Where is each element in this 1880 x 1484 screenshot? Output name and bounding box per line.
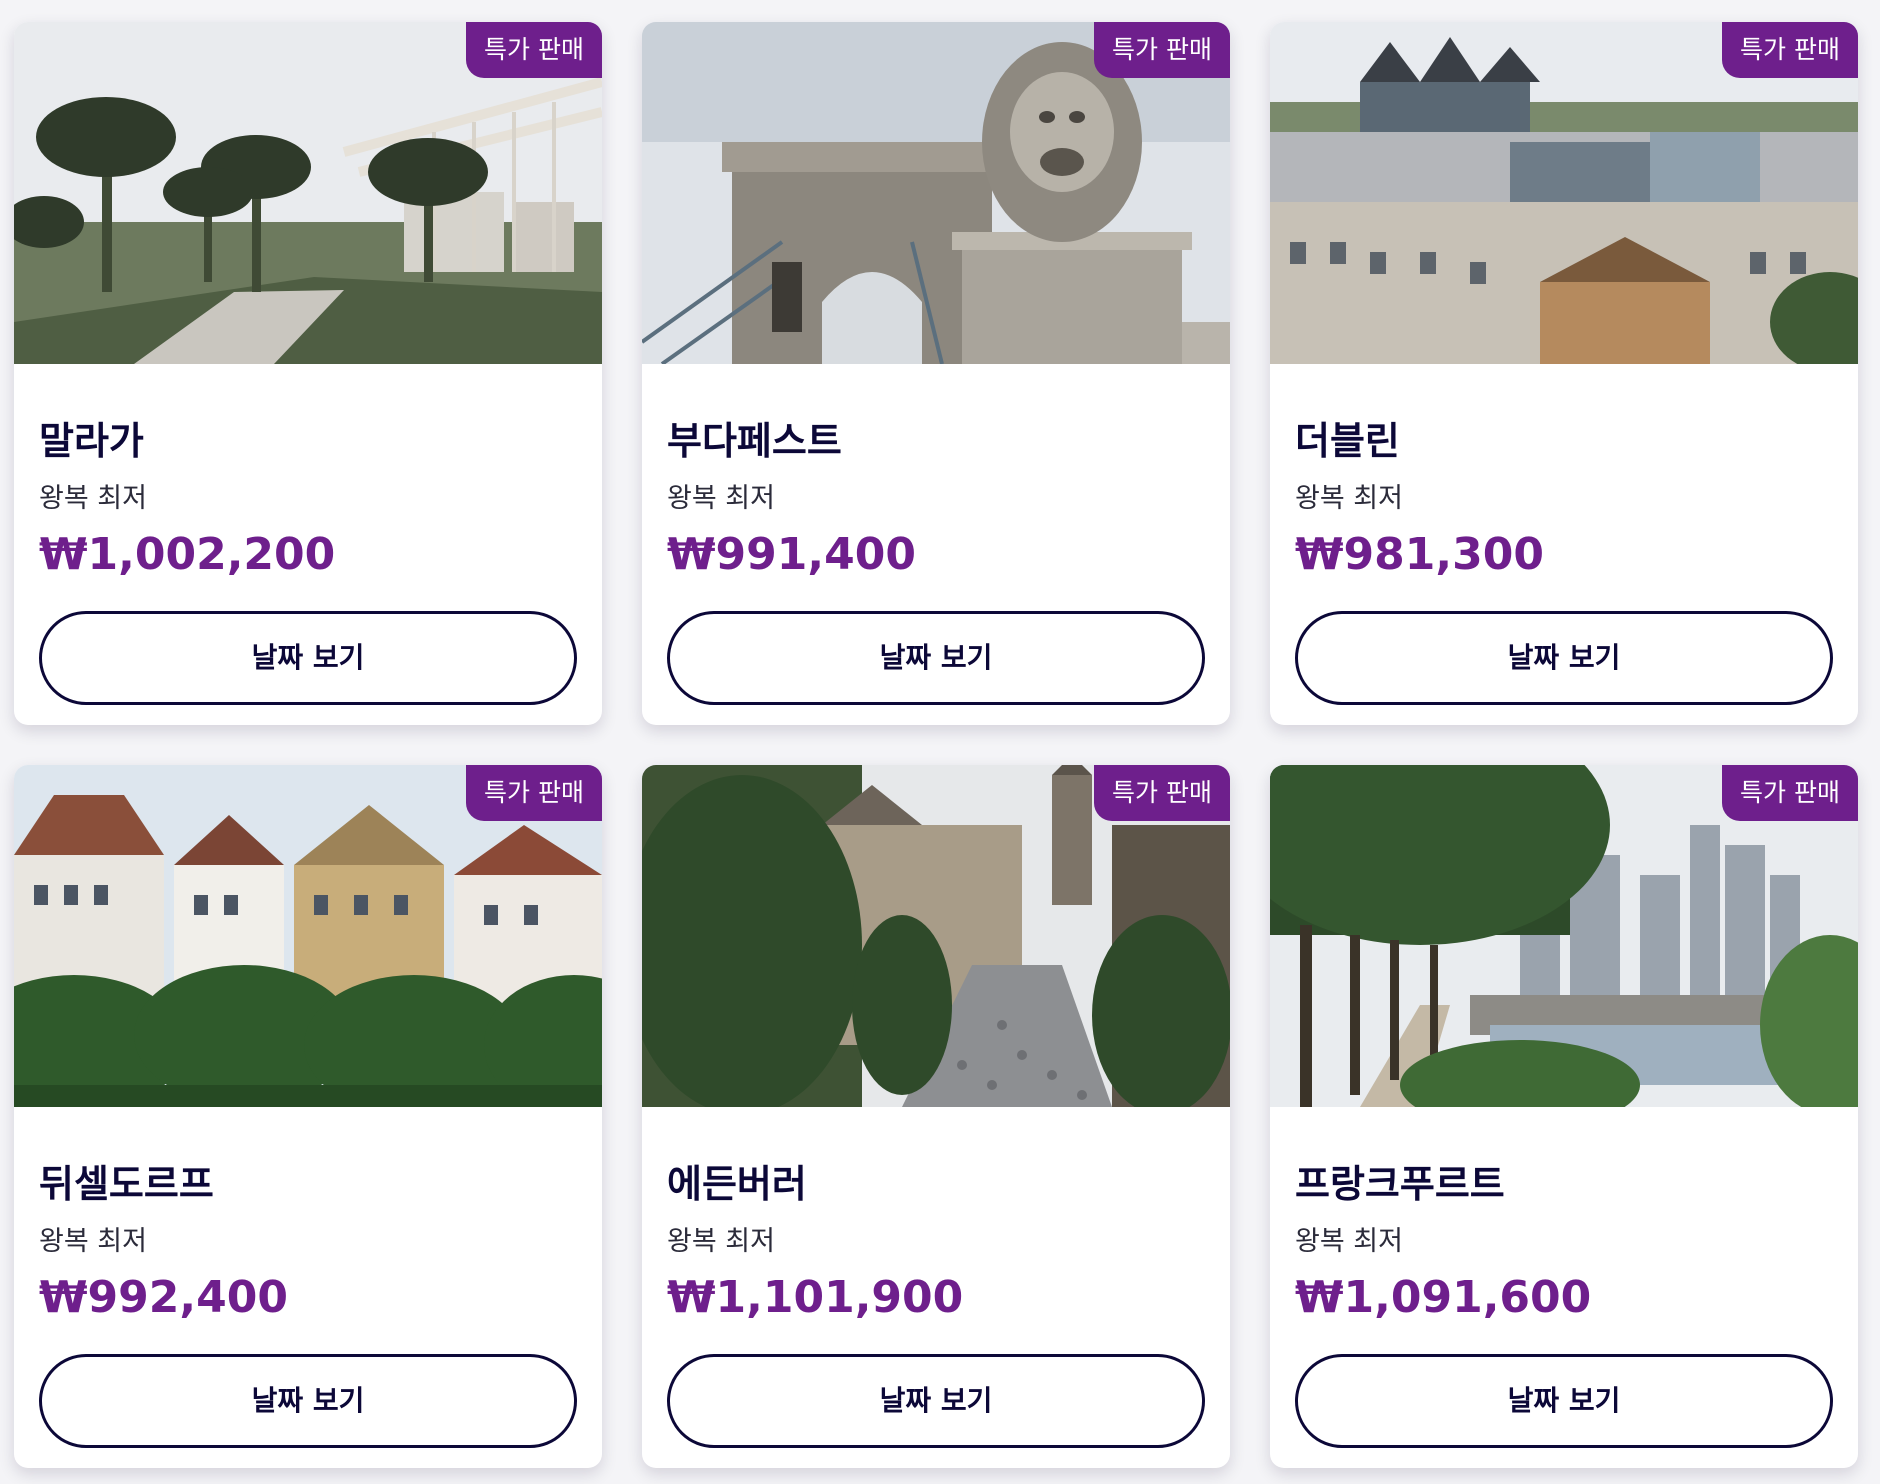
view-dates-button[interactable]: 날짜 보기 bbox=[39, 611, 577, 705]
fare-label: 왕복 최저 bbox=[1295, 483, 1403, 514]
destination-card-edinburgh[interactable]: 특가 판매 에든버러 왕복 최저 ₩1,101,900 날짜 보기 bbox=[642, 765, 1230, 1468]
destination-grid: 특가 판매 말라가 왕복 최저 ₩1,002,200 날짜 보기 특가 판매 부… bbox=[0, 0, 1880, 1484]
destination-name: 에든버러 bbox=[667, 1162, 807, 1206]
special-sale-badge: 특가 판매 bbox=[1722, 22, 1858, 78]
destination-card-dublin[interactable]: 특가 판매 더블린 왕복 최저 ₩981,300 날짜 보기 bbox=[1270, 22, 1858, 725]
lowest-price: ₩992,400 bbox=[39, 1272, 288, 1323]
special-sale-badge: 특가 판매 bbox=[466, 22, 602, 78]
special-sale-badge: 특가 판매 bbox=[1094, 765, 1230, 821]
destination-photo[interactable]: 특가 판매 bbox=[14, 22, 602, 364]
view-dates-button[interactable]: 날짜 보기 bbox=[667, 611, 1205, 705]
lowest-price: ₩1,101,900 bbox=[667, 1272, 964, 1323]
lowest-price: ₩981,300 bbox=[1295, 529, 1544, 580]
destination-photo[interactable]: 특가 판매 bbox=[1270, 22, 1858, 364]
destination-name: 말라가 bbox=[39, 419, 144, 463]
fare-label: 왕복 최저 bbox=[39, 483, 147, 514]
destination-card-malaga[interactable]: 특가 판매 말라가 왕복 최저 ₩1,002,200 날짜 보기 bbox=[14, 22, 602, 725]
fare-label: 왕복 최저 bbox=[667, 483, 775, 514]
special-sale-badge: 특가 판매 bbox=[466, 765, 602, 821]
view-dates-button[interactable]: 날짜 보기 bbox=[1295, 611, 1833, 705]
destination-card-dusseldorf[interactable]: 특가 판매 뒤셀도르프 왕복 최저 ₩992,400 날짜 보기 bbox=[14, 765, 602, 1468]
destination-photo[interactable]: 특가 판매 bbox=[642, 22, 1230, 364]
special-sale-badge: 특가 판매 bbox=[1094, 22, 1230, 78]
lowest-price: ₩991,400 bbox=[667, 529, 916, 580]
fare-label: 왕복 최저 bbox=[1295, 1226, 1403, 1257]
view-dates-button[interactable]: 날짜 보기 bbox=[667, 1354, 1205, 1448]
lowest-price: ₩1,002,200 bbox=[39, 529, 336, 580]
fare-label: 왕복 최저 bbox=[667, 1226, 775, 1257]
destination-photo[interactable]: 특가 판매 bbox=[642, 765, 1230, 1107]
fare-label: 왕복 최저 bbox=[39, 1226, 147, 1257]
destination-name: 뒤셀도르프 bbox=[39, 1162, 214, 1206]
view-dates-button[interactable]: 날짜 보기 bbox=[1295, 1354, 1833, 1448]
destination-photo[interactable]: 특가 판매 bbox=[14, 765, 602, 1107]
destination-name: 프랑크푸르트 bbox=[1295, 1162, 1505, 1206]
destination-name: 더블린 bbox=[1295, 419, 1400, 463]
destination-photo[interactable]: 특가 판매 bbox=[1270, 765, 1858, 1107]
destination-card-budapest[interactable]: 특가 판매 부다페스트 왕복 최저 ₩991,400 날짜 보기 bbox=[642, 22, 1230, 725]
special-sale-badge: 특가 판매 bbox=[1722, 765, 1858, 821]
destination-card-frankfurt[interactable]: 특가 판매 프랑크푸르트 왕복 최저 ₩1,091,600 날짜 보기 bbox=[1270, 765, 1858, 1468]
view-dates-button[interactable]: 날짜 보기 bbox=[39, 1354, 577, 1448]
lowest-price: ₩1,091,600 bbox=[1295, 1272, 1592, 1323]
destination-name: 부다페스트 bbox=[667, 419, 842, 463]
